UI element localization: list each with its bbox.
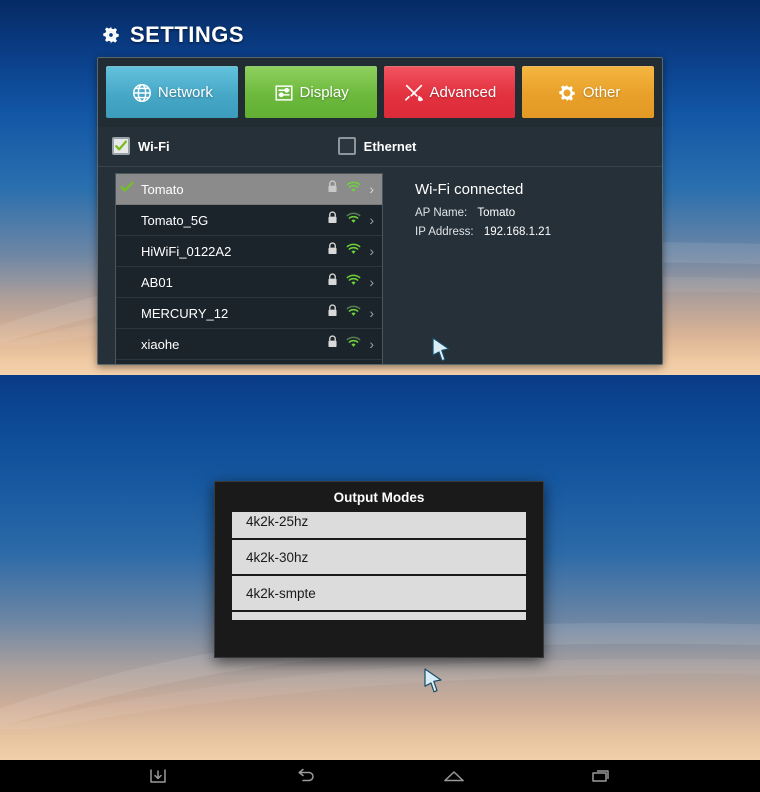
- page-title-top: SETTINGS: [100, 22, 244, 48]
- chevron-right-icon: ›: [369, 305, 374, 321]
- tab-display-label: Display: [299, 84, 349, 101]
- wifi-list-item-mercury[interactable]: MERCURY_12 ›: [116, 298, 382, 329]
- checkbox-wifi-box[interactable]: [112, 137, 130, 155]
- tab-advanced-label: Advanced: [429, 84, 497, 101]
- wifi-list-item-tomato[interactable]: Tomato ›: [116, 174, 382, 205]
- wifi-status-panel: Wi-Fi connected AP Name: Tomato IP Addre…: [383, 167, 662, 364]
- wifi-list-item-hiwifi[interactable]: HiWiFi_0122A2 ›: [116, 236, 382, 267]
- wifi-signal-icon: [346, 242, 361, 260]
- checkbox-ethernet[interactable]: Ethernet: [337, 137, 417, 155]
- back-icon[interactable]: [269, 760, 344, 792]
- wifi-name: Tomato_5G: [141, 212, 209, 228]
- wifi-row-icons: ›: [327, 211, 374, 229]
- wifi-list-item-xiaohe[interactable]: xiaohe ›: [116, 329, 382, 360]
- lock-icon: [327, 304, 338, 322]
- connection-type-row: Wi-Fi Ethernet: [98, 127, 662, 167]
- network-body: Tomato › Tomato_5G › HiWiFi_0122A2 › AB0…: [98, 167, 662, 364]
- sliders-icon: [273, 82, 295, 104]
- check-icon: [115, 140, 128, 151]
- tab-other[interactable]: Other: [522, 66, 654, 118]
- lock-icon: [327, 335, 338, 353]
- wifi-ap-row: AP Name: Tomato: [415, 207, 662, 219]
- wifi-list-item-ab01[interactable]: AB01 ›: [116, 267, 382, 298]
- wifi-name: HiWiFi_0122A2: [141, 243, 232, 259]
- checkbox-wifi-label: Wi-Fi: [138, 138, 170, 154]
- globe-icon: [131, 82, 153, 104]
- output-modes-dialog: Output Modes 4k2k-24hz 4k2k-25hz 4k2k-30…: [214, 481, 544, 658]
- screen: Tomato SETTINGS: [0, 0, 760, 792]
- wifi-signal-icon: [346, 335, 361, 353]
- check-icon: [120, 180, 134, 199]
- android-navigation-bar: [0, 760, 760, 792]
- tab-display[interactable]: Display: [244, 66, 377, 118]
- wifi-signal-icon: [346, 211, 361, 229]
- settings-panel-network: Tomato SETTINGS: [0, 0, 760, 375]
- gear-icon: [556, 82, 578, 104]
- lock-icon: [327, 273, 338, 291]
- chevron-right-icon: ›: [369, 336, 374, 352]
- wifi-list-item-tomato-5g[interactable]: Tomato_5G ›: [116, 205, 382, 236]
- wifi-signal-icon: [346, 304, 361, 322]
- output-mode-item-4k2k-30hz[interactable]: 4k2k-30hz: [232, 540, 526, 576]
- checkbox-wifi[interactable]: Wi-Fi: [112, 137, 170, 155]
- output-mode-item-next[interactable]: [232, 612, 526, 622]
- wifi-ip-row: IP Address: 192.168.1.21: [415, 226, 662, 238]
- settings-window-network: Network Display Advanced Other Wi-Fi Eth…: [97, 57, 663, 365]
- wifi-ap-value: Tomato: [477, 207, 516, 219]
- wifi-ip-label: IP Address:: [415, 226, 474, 238]
- tools-icon: [403, 82, 425, 104]
- wifi-row-icons: ›: [327, 180, 374, 198]
- gear-icon: [100, 24, 122, 46]
- output-mode-item-4k2k-25hz[interactable]: 4k2k-25hz: [232, 512, 526, 540]
- lock-icon: [327, 180, 338, 198]
- dialog-title: Output Modes: [333, 489, 425, 505]
- screenshot-icon[interactable]: [121, 760, 196, 792]
- wifi-row-icons: ›: [327, 242, 374, 260]
- wifi-signal-icon: [346, 273, 361, 291]
- lock-icon: [327, 211, 338, 229]
- page-title-label: SETTINGS: [130, 22, 245, 47]
- tab-network[interactable]: Network: [106, 66, 238, 118]
- wifi-ip-value: 192.168.1.21: [483, 226, 551, 238]
- chevron-right-icon: ›: [369, 243, 374, 259]
- home-icon[interactable]: [417, 760, 492, 792]
- tab-other-label: Other: [582, 84, 621, 101]
- wifi-name: Tomato: [141, 181, 184, 197]
- wifi-network-list[interactable]: Tomato › Tomato_5G › HiWiFi_0122A2 › AB0…: [115, 173, 383, 364]
- output-mode-item-4k2k-smpte[interactable]: 4k2k-smpte: [232, 576, 526, 612]
- wifi-status-title: Wi-Fi connected: [415, 181, 524, 198]
- chevron-right-icon: ›: [369, 274, 374, 290]
- wifi-name: AB01: [141, 274, 173, 290]
- wifi-row-icons: ›: [327, 335, 374, 353]
- wifi-row-icons: ›: [327, 273, 374, 291]
- checkbox-ethernet-label: Ethernet: [363, 138, 417, 154]
- tab-network-label: Network: [157, 84, 213, 101]
- wifi-name: MERCURY_12: [141, 305, 229, 321]
- recents-icon[interactable]: [565, 760, 640, 792]
- wifi-row-icons: ›: [327, 304, 374, 322]
- wifi-name: xiaohe: [141, 336, 180, 352]
- tab-advanced[interactable]: Advanced: [383, 66, 516, 118]
- wifi-ap-label: AP Name:: [415, 207, 468, 219]
- lock-icon: [327, 242, 338, 260]
- wifi-signal-icon: [346, 180, 361, 198]
- tab-bar: Network Display Advanced Other: [98, 58, 662, 127]
- chevron-right-icon: ›: [369, 212, 374, 228]
- output-modes-list[interactable]: 4k2k-24hz 4k2k-25hz 4k2k-30hz 4k2k-smpte: [232, 512, 526, 649]
- checkbox-ethernet-box[interactable]: [337, 137, 356, 155]
- chevron-right-icon: ›: [369, 181, 374, 197]
